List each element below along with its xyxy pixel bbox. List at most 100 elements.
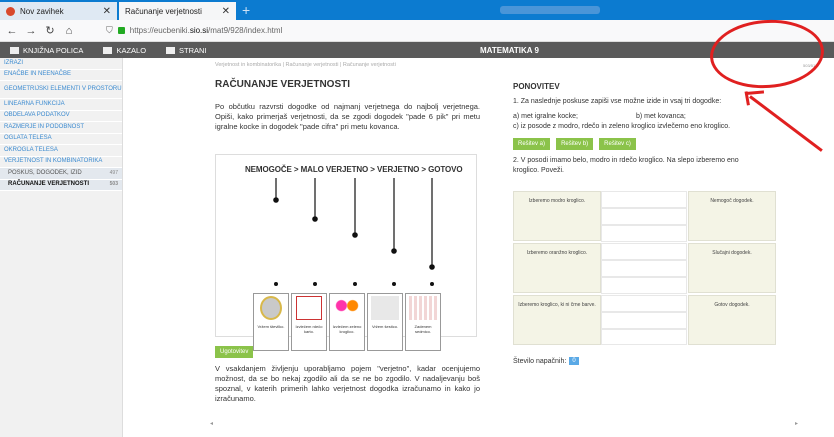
reload-icon[interactable]: ↻ — [43, 24, 57, 38]
tab-title: Računanje verjetnosti — [125, 6, 202, 16]
lottery-image — [409, 296, 437, 320]
new-tab-button[interactable]: + — [242, 0, 250, 20]
match-right-box[interactable]: Nemogoč dogodek. — [688, 191, 776, 241]
pages-label: STRANI — [179, 45, 207, 55]
lock-icon — [117, 27, 125, 34]
card-caption: Vržem številko. — [257, 324, 285, 329]
match-left-box[interactable]: Izberemo oranžno kroglico. — [513, 243, 601, 293]
event-card[interactable]: Vržem šestico. — [367, 293, 403, 351]
scroll-left-arrow[interactable]: ◂ — [210, 420, 213, 427]
lesson-content: Verjetnost in kombinatorika | Računanje … — [205, 58, 495, 437]
scroll-right-arrow[interactable]: ▸ — [795, 420, 798, 427]
contents-button[interactable]: KAZALO — [103, 46, 146, 55]
page-number: 503 — [109, 181, 118, 188]
shield-icon: ⛉ — [106, 25, 113, 35]
window-title-blur — [500, 6, 600, 14]
solution-c-button[interactable]: Rešitev c) — [599, 138, 636, 150]
event-card[interactable]: Vržem številko. — [253, 293, 289, 351]
card-caption: Izvlečem rdečo karto. — [295, 324, 323, 334]
coin-image — [260, 296, 282, 320]
sidebar-subitem[interactable]: POSKUS, DOGODEK, IZID 497 — [0, 168, 122, 180]
tab-new[interactable]: Nov zavihek ✕ — [0, 2, 117, 20]
breadcrumb: Verjetnost in kombinatorika | Računanje … — [215, 62, 396, 68]
solution-a-button[interactable]: Rešitev a) — [513, 138, 551, 150]
books-icon — [10, 46, 19, 54]
drop-slot[interactable] — [601, 295, 687, 312]
mistakes-badge: 0 — [569, 357, 579, 365]
balls-image — [333, 296, 361, 320]
close-icon[interactable]: ✕ — [222, 6, 230, 17]
page-number: 497 — [109, 169, 118, 176]
drop-slot[interactable] — [601, 225, 687, 242]
home-icon[interactable]: ⌂ — [62, 24, 76, 38]
tab-title: Nov zavihek — [20, 6, 64, 16]
event-card[interactable]: Izvlečem zeleno kroglico. — [329, 293, 365, 351]
solution-buttons: Rešitev a) Rešitev b) Rešitev c) — [513, 136, 820, 150]
sidebar-item[interactable]: OGLATA TELESA — [0, 134, 122, 145]
url-suffix: /mat9/928/index.html — [208, 26, 283, 35]
drop-slot[interactable] — [601, 243, 687, 260]
solution-b-button[interactable]: Rešitev b) — [556, 138, 594, 150]
card-caption: Izvlečem zeleno kroglico. — [332, 324, 362, 334]
drop-slot[interactable] — [601, 277, 687, 294]
question-1a: a) met igralne kocke; — [513, 113, 578, 120]
url-prefix: https://eucbeniki. — [129, 26, 190, 35]
matching-exercise: Izberemo modro kroglico. Izberemo oranžn… — [513, 191, 776, 345]
sidebar-item[interactable]: ENAČBE IN NEENAČBE — [0, 70, 122, 81]
sidebar-item[interactable]: OKROGLA TELESA — [0, 145, 122, 157]
app-toolbar: KNJIŽNA POLICA KAZALO STRANI MATEMATIKA … — [0, 42, 834, 58]
mistake-counter: Število napačnih: 0 — [513, 357, 579, 365]
card-caption: Zadenem sedmico. — [414, 324, 432, 334]
outro-text: V vsakdanjem življenju uporabljamo pojem… — [215, 364, 480, 403]
pages-icon — [166, 46, 176, 54]
browser-tabbar: Nov zavihek ✕ Računanje verjetnosti ✕ + — [0, 0, 834, 20]
dice-image — [371, 296, 399, 320]
drop-slot[interactable] — [601, 191, 687, 208]
address-bar[interactable]: ⛉ https://eucbeniki. sio.si/mat9/928/inde… — [106, 23, 646, 39]
tab-verjetnost[interactable]: Računanje verjetnosti ✕ — [119, 2, 236, 20]
match-right-box[interactable]: Slučajni dogodek. — [688, 243, 776, 293]
event-card[interactable]: Izvlečem rdečo karto. — [291, 293, 327, 351]
question-1c: c) iz posode z modro, rdečo in zeleno kr… — [513, 123, 731, 130]
sidebar-item[interactable]: VERJETNOST IN KOMBINATORIKA — [0, 157, 122, 168]
drop-lines — [273, 178, 435, 286]
sidebar-item[interactable]: GEOMETRIJSKI ELEMENTI V PROSTORU — [0, 81, 122, 99]
card-caption: Vržem šestico. — [371, 324, 399, 329]
drop-slot[interactable] — [601, 208, 687, 225]
match-left-box[interactable]: Izberemo kroglico, ki ni črne barve. — [513, 295, 601, 345]
intro-text: Po občutku razvrsti dogodke od najmanj v… — [215, 102, 480, 131]
chapter-sidebar: IZRAZI ENAČBE IN NEENAČBE GEOMETRIJSKI E… — [0, 58, 123, 437]
back-icon[interactable]: ← — [5, 24, 19, 38]
bookshelf-label: KNJIŽNA POLICA — [23, 45, 84, 55]
match-left-box[interactable]: Izberemo modro kroglico. — [513, 191, 601, 241]
bookshelf-button[interactable]: KNJIŽNA POLICA — [10, 46, 83, 55]
page-title: RAČUNANJE VERJETNOSTI — [215, 79, 351, 90]
question-2: 2. V posodi imamo belo, modro in rdečo k… — [513, 157, 739, 174]
event-cards: Vržem številko. Izvlečem rdečo karto. Iz… — [253, 293, 443, 351]
browser-navbar: ← → ↻ ⌂ ⛉ https://eucbeniki. sio.si/mat9/… — [0, 20, 834, 42]
match-right-box[interactable]: Gotov dogodek. — [688, 295, 776, 345]
sidebar-item[interactable]: RAZMERJE IN PODOBNOST — [0, 122, 122, 134]
question-1b: b) met kovanca; — [636, 113, 686, 120]
url-domain: sio.si — [189, 26, 209, 35]
sidebar-subitem-label: POSKUS, DOGODEK, IZID — [8, 169, 82, 176]
forward-icon[interactable]: → — [24, 24, 38, 38]
playing-cards-image — [296, 296, 322, 320]
drop-slot[interactable] — [601, 312, 687, 329]
firefox-icon — [6, 6, 15, 16]
contents-label: KAZALO — [116, 45, 147, 55]
book-title: MATEMATIKA 9 — [480, 45, 539, 55]
pages-button[interactable]: STRANI — [166, 46, 207, 55]
sidebar-subitem-active[interactable]: RAČUNANJE VERJETNOSTI 503 — [0, 179, 122, 191]
sidebar-subitem-label: RAČUNANJE VERJETNOSTI — [8, 181, 90, 188]
event-card[interactable]: Zadenem sedmico. — [405, 293, 441, 351]
drop-slot[interactable] — [601, 260, 687, 277]
sidebar-item[interactable]: IZRAZI — [0, 58, 122, 70]
sidebar-item[interactable]: OBDELAVA PODATKOV — [0, 111, 122, 122]
drop-slot[interactable] — [601, 329, 687, 345]
list-icon — [103, 46, 113, 54]
sidebar-item[interactable]: LINEARNA FUNKCIJA — [0, 99, 122, 111]
close-icon[interactable]: ✕ — [103, 6, 111, 17]
check-button[interactable]: Ugotovitev — [215, 346, 254, 358]
question-1: 1. Za naslednje poskuse zapiši vse možne… — [513, 98, 722, 105]
